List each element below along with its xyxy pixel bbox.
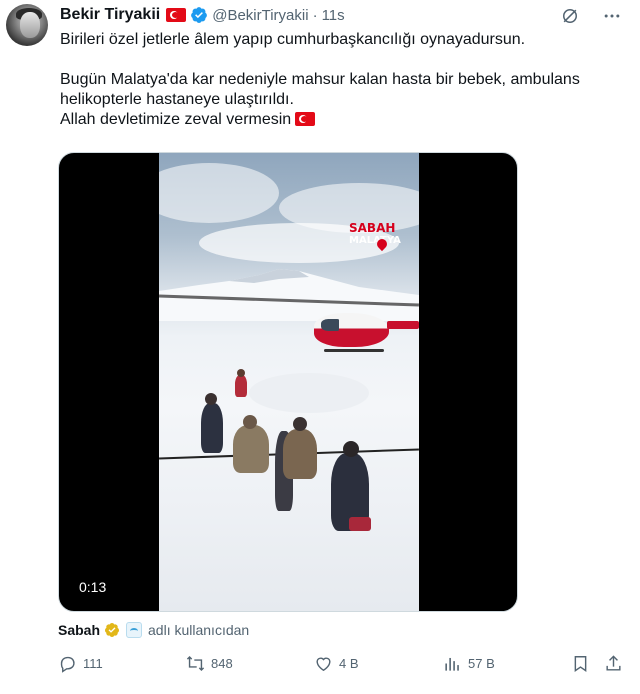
views-count: 57 B (468, 656, 495, 671)
repost-icon (186, 656, 205, 671)
tweet-line-2: Bugün Malatya'da kar nedeniyle mahsur ka… (60, 71, 580, 108)
like-count: 4 B (339, 656, 359, 671)
bookmark-icon (574, 656, 587, 672)
turkish-flag-icon (295, 112, 316, 126)
author-handle[interactable]: @BekirTiryakii (212, 7, 308, 24)
gold-verified-badge-icon (105, 623, 120, 637)
person (283, 429, 317, 479)
repost-count: 848 (211, 656, 233, 671)
reply-button[interactable]: 111 (58, 654, 103, 673)
verified-badge-icon[interactable] (190, 6, 208, 24)
like-icon (316, 657, 331, 672)
person (201, 403, 223, 453)
reply-count: 111 (83, 656, 103, 671)
avatar[interactable] (6, 4, 48, 46)
share-icon (606, 655, 621, 671)
tweet-line-3: Allah devletimize zeval vermesin (60, 110, 620, 130)
tweet-header: Bekir Tiryakii @BekirTiryakii · 11s (60, 5, 345, 25)
person (235, 375, 247, 397)
video-frame[interactable]: SABAH MALATYA (159, 153, 419, 611)
separator-dot: · (312, 6, 318, 24)
views-icon (445, 657, 459, 671)
reply-icon (60, 656, 75, 673)
person (233, 425, 269, 473)
more-icon[interactable] (602, 6, 622, 26)
source-name[interactable]: Sabah (58, 622, 100, 638)
tweet: Bekir Tiryakii @BekirTiryakii · 11s Biri… (0, 0, 640, 694)
source-suffix: adlı kullanıcıdan (148, 622, 250, 638)
bookmark-button[interactable] (571, 654, 590, 673)
tweet-time[interactable]: 11s (322, 7, 345, 24)
tweet-line-3-text: Allah devletimize zeval vermesin (60, 111, 292, 128)
share-button[interactable] (604, 654, 623, 673)
tweet-actions: 111 848 4 B 57 B (58, 654, 628, 678)
repost-button[interactable]: 848 (186, 654, 233, 673)
views-button[interactable]: 57 B (443, 654, 495, 673)
source-avatar[interactable] (126, 622, 143, 638)
top-actions (560, 6, 622, 26)
grok-icon[interactable] (560, 6, 580, 26)
turkish-flag-icon (166, 8, 187, 22)
like-button[interactable]: 4 B (314, 654, 359, 673)
video-player[interactable]: SABAH MALATYA 0:13 (58, 152, 518, 612)
snowy-mountain (159, 269, 419, 321)
video-watermark: SABAH MALATYA (349, 221, 401, 246)
video-duration: 0:13 (79, 579, 107, 595)
tweet-text: Birileri özel jetlerle âlem yapıp cumhur… (60, 30, 620, 130)
media-source: Sabah adlı kullanıcıdan (58, 622, 249, 638)
tweet-line-1: Birileri özel jetlerle âlem yapıp cumhur… (60, 31, 526, 48)
author-name[interactable]: Bekir Tiryakii (60, 6, 160, 24)
